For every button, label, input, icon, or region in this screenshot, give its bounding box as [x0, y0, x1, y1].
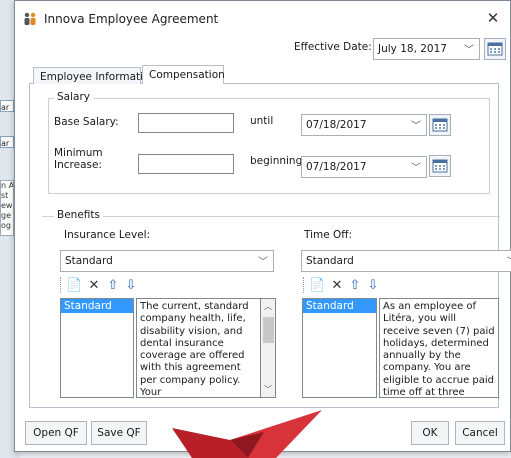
delete-item-icon[interactable]: ✕ [329, 278, 345, 294]
beginning-date-value: 07/18/2017 [306, 161, 367, 173]
decorative-red-shape [172, 410, 322, 458]
base-salary-input[interactable] [138, 113, 234, 133]
save-qf-button[interactable]: Save QF [91, 421, 147, 445]
beginning-label: beginning [250, 155, 303, 167]
ok-button[interactable]: OK [411, 421, 449, 445]
chevron-down-icon: ﹀ [507, 253, 511, 268]
background-text: n A st ew ge og [0, 180, 14, 236]
move-up-icon[interactable]: ⇧ [105, 278, 121, 294]
move-down-icon[interactable]: ⇩ [123, 278, 139, 294]
effective-date-dropdown[interactable]: July 18, 2017 ﹀ [373, 38, 480, 60]
minimum-increase-input[interactable] [138, 154, 234, 174]
effective-date-value: July 18, 2017 [378, 43, 447, 55]
background-field: ar [0, 136, 14, 148]
insurance-description-scrollbar[interactable]: ︿ ﹀ [261, 298, 276, 398]
background-field: ar [0, 100, 14, 112]
time-off-value: Standard [306, 255, 354, 267]
scroll-up-arrow-icon[interactable]: ︿ [261, 301, 275, 312]
employee-agreement-dialog: Innova Employee Agreement ✕ Effective Da… [14, 0, 511, 452]
dialog-title: Innova Employee Agreement [44, 12, 219, 26]
chevron-down-icon: ﹀ [464, 45, 474, 56]
chevron-down-icon: ﹀ [411, 163, 421, 174]
new-item-icon[interactable]: 📄 [309, 278, 325, 294]
beginning-date-dropdown[interactable]: 07/18/2017 ﹀ [301, 156, 427, 178]
insurance-list-item-standard[interactable]: Standard [61, 299, 133, 313]
calendar-icon [432, 159, 448, 173]
move-down-icon[interactable]: ⇩ [365, 278, 381, 294]
salary-group [48, 98, 490, 194]
until-date-dropdown[interactable]: 07/18/2017 ﹀ [301, 114, 427, 136]
scroll-thumb[interactable] [263, 317, 274, 343]
salary-group-title: Salary [54, 91, 93, 103]
title-bar: Innova Employee Agreement ✕ [15, 1, 510, 35]
move-up-icon[interactable]: ⇧ [347, 278, 363, 294]
minimum-increase-label-line1: Minimum [54, 147, 103, 159]
time-off-label: Time Off: [304, 229, 353, 241]
benefits-group-title: Benefits [54, 209, 103, 221]
insurance-level-dropdown[interactable]: Standard ﹀ [60, 250, 274, 272]
toolbar-grip [60, 277, 61, 293]
chevron-down-icon: ﹀ [411, 121, 421, 132]
base-salary-label: Base Salary: [54, 116, 119, 128]
insurance-level-value: Standard [65, 255, 113, 267]
time-off-list[interactable]: Standard [302, 298, 377, 398]
until-date-value: 07/18/2017 [306, 119, 367, 131]
open-qf-button[interactable]: Open QF [25, 421, 87, 445]
tab-compensation[interactable]: Compensation [142, 65, 225, 85]
chevron-down-icon: ﹀ [258, 257, 268, 268]
compensation-panel: Salary Base Salary: until 07/18/2017 ﹀ M… [29, 84, 511, 408]
tab-employee-information[interactable]: Employee Information [33, 67, 156, 85]
cancel-button[interactable]: Cancel [455, 421, 505, 445]
until-calendar-button[interactable] [429, 114, 451, 136]
time-off-list-item-standard[interactable]: Standard [303, 299, 376, 313]
delete-item-icon[interactable]: ✕ [86, 278, 102, 294]
calendar-icon [487, 42, 503, 56]
time-off-description[interactable]: As an employee of Litéra, you will recei… [379, 298, 499, 398]
time-off-dropdown[interactable]: Standard ﹀ [301, 250, 511, 272]
minimum-increase-label-line2: Increase: [54, 159, 102, 171]
insurance-list[interactable]: Standard [60, 298, 134, 398]
toolbar-grip [303, 277, 304, 293]
people-icon [24, 12, 36, 25]
effective-date-calendar-button[interactable] [484, 38, 506, 60]
beginning-calendar-button[interactable] [429, 155, 451, 177]
insurance-description[interactable]: The current, standard company health, li… [136, 298, 261, 398]
scroll-down-arrow-icon[interactable]: ﹀ [261, 384, 275, 395]
new-item-icon[interactable]: 📄 [66, 278, 82, 294]
insurance-level-label: Insurance Level: [64, 229, 151, 241]
close-button[interactable]: ✕ [481, 6, 505, 30]
calendar-icon [432, 118, 448, 132]
effective-date-label: Effective Date: [294, 41, 372, 53]
until-label: until [250, 115, 274, 127]
